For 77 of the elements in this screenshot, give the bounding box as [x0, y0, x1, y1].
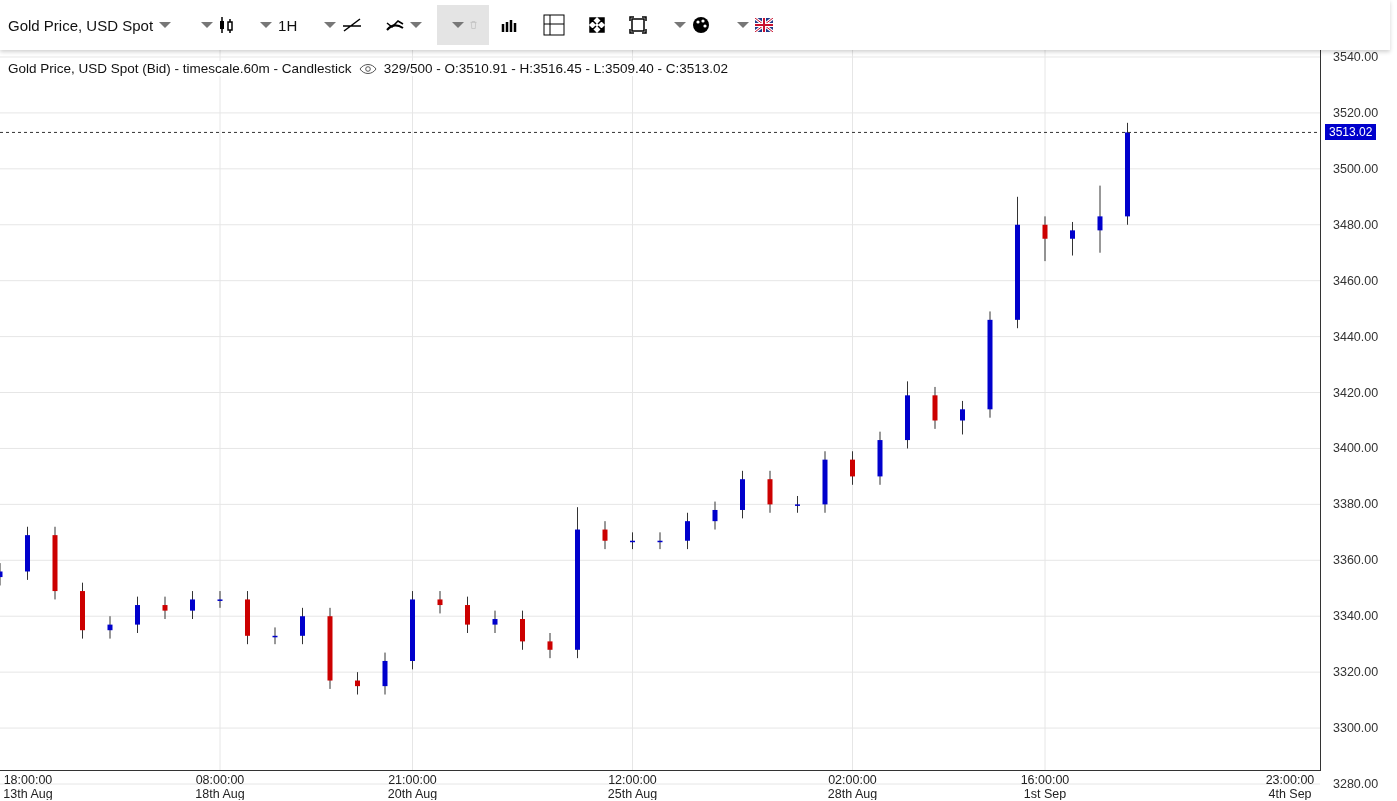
candlestick	[932, 386, 938, 430]
y-axis-label: 3320.00	[1333, 665, 1379, 680]
candlestick	[162, 596, 168, 620]
candlestick	[80, 582, 85, 640]
expand-icon	[589, 17, 606, 33]
candlestick	[245, 590, 250, 645]
candlestick	[877, 431, 883, 486]
candlestick	[547, 632, 553, 659]
y-axis-label: 3440.00	[1333, 329, 1379, 344]
candlestick	[300, 607, 305, 645]
candlestick	[1070, 221, 1075, 256]
candlestick	[712, 501, 718, 531]
candlestick	[657, 531, 663, 550]
y-axis-label: 3540.00	[1333, 50, 1379, 64]
x-axis-date: 20th Aug	[387, 787, 438, 800]
x-axis-time: 02:00:00	[828, 773, 877, 787]
x-axis-time: 23:00:00	[1265, 773, 1315, 787]
y-axis-label: 3360.00	[1333, 553, 1379, 568]
candlestick	[1042, 215, 1048, 262]
candlestick	[822, 450, 828, 514]
y-axis-label: 3400.00	[1333, 441, 1379, 456]
candlestick	[492, 610, 498, 634]
candlestick	[602, 520, 608, 550]
flag-icon	[755, 18, 774, 32]
candlestick	[190, 590, 195, 620]
y-axis-label: 3280.00	[1333, 777, 1379, 791]
candlestick	[272, 626, 278, 645]
crosshair-icon	[543, 14, 566, 36]
candlestick	[850, 450, 855, 486]
y-axis-label: 3520.00	[1333, 105, 1379, 120]
ohlc-readout: 329/500 - O:3510.91 - H:3516.45 - L:3509.40 - C:3513.02	[383, 61, 729, 76]
line-tool-icon	[342, 18, 363, 32]
candlestick	[520, 610, 525, 651]
candlestick	[107, 615, 113, 640]
y-axis-label: 3500.00	[1333, 161, 1379, 176]
candlestick	[767, 470, 773, 514]
wave-lines-icon	[386, 18, 405, 32]
candlestick	[217, 590, 223, 609]
candlestick	[740, 470, 745, 519]
chart-legend: Gold Price, USD Spot (Bid) - timescale.60m - Candlestick	[8, 61, 352, 76]
x-axis-time: 16:00:00	[1020, 773, 1070, 787]
x-axis-time: 21:00:00	[388, 773, 437, 787]
candlestick	[0, 562, 3, 586]
candlestick	[437, 590, 443, 614]
y-axis-label: 3380.00	[1333, 497, 1379, 512]
y-axis-label: 3480.00	[1333, 217, 1379, 232]
x-axis-date: 4th Sep	[1268, 787, 1312, 800]
candlestick	[795, 495, 800, 514]
x-axis-date: 1st Sep	[1023, 787, 1067, 800]
y-axis-label: 3300.00	[1333, 721, 1379, 736]
candlestick	[685, 512, 690, 550]
candlestick	[355, 671, 360, 695]
x-axis-date: 28th Aug	[827, 787, 878, 800]
y-axis-label: 3460.00	[1333, 273, 1379, 288]
y-axis-label: 3340.00	[1333, 609, 1379, 624]
last-price-tag: 3513.02	[1325, 124, 1377, 141]
candlestick	[465, 596, 470, 634]
candlestick	[135, 596, 140, 634]
palette-icon	[692, 16, 711, 34]
candlestick	[382, 652, 388, 695]
eye-icon[interactable]	[358, 62, 377, 75]
candlestick-icon	[219, 15, 234, 35]
candlestick	[905, 380, 910, 449]
timeframe-dropdown[interactable]: 1H	[245, 5, 310, 45]
candlestick	[1097, 185, 1103, 254]
x-axis-time: 12:00:00	[608, 773, 657, 787]
candlestick	[630, 531, 635, 550]
y-axis-label: 3420.00	[1333, 385, 1379, 400]
x-axis-date: 13th Aug	[3, 787, 53, 800]
candlestick	[960, 400, 965, 435]
instrument-dropdown[interactable]: Gold Price, USD Spot	[0, 5, 187, 45]
candlestick	[25, 526, 30, 581]
x-axis-time: 08:00:00	[195, 773, 245, 787]
x-axis-date: 18th Aug	[195, 787, 245, 800]
frame-icon	[629, 16, 648, 34]
x-axis-date: 25th Aug	[607, 787, 658, 800]
x-axis-time: 18:00:00	[3, 773, 53, 787]
